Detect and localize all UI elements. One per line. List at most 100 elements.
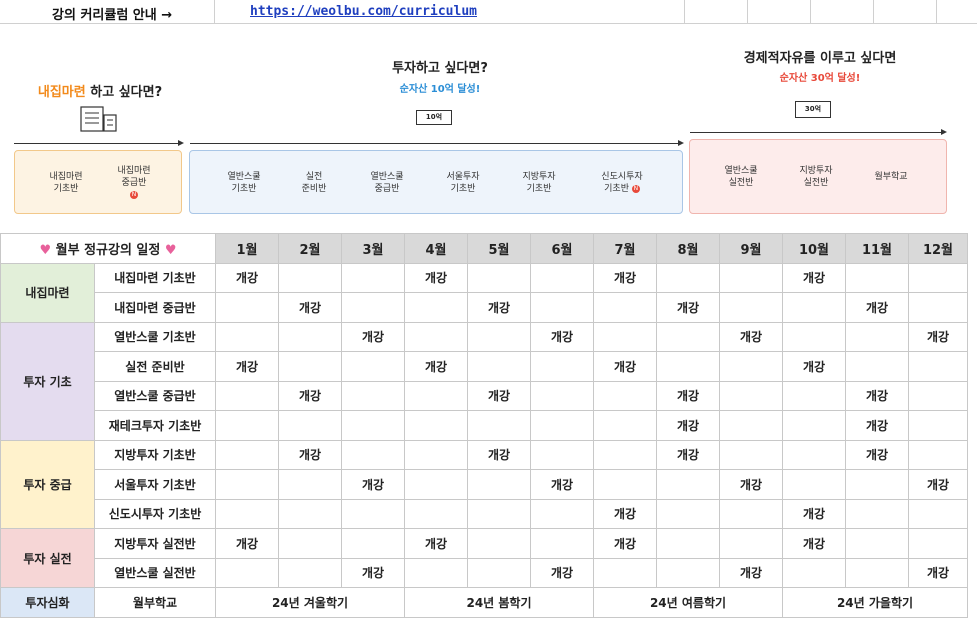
schedule-cell[interactable] (341, 498, 405, 529)
schedule-cell[interactable] (908, 498, 968, 529)
schedule-cell[interactable]: 개강 (845, 380, 909, 411)
schedule-cell[interactable]: 개강 (278, 439, 342, 470)
schedule-cell[interactable] (215, 410, 279, 441)
schedule-cell[interactable] (530, 528, 594, 559)
schedule-cell[interactable] (341, 262, 405, 293)
schedule-cell[interactable] (278, 351, 342, 382)
month-header[interactable]: 7월 (593, 233, 657, 264)
schedule-cell[interactable] (845, 528, 909, 559)
schedule-cell[interactable] (215, 557, 279, 588)
schedule-cell[interactable]: 개강 (593, 262, 657, 293)
schedule-cell[interactable]: 개강 (719, 557, 783, 588)
schedule-cell[interactable] (341, 439, 405, 470)
category-cell[interactable]: 투자 실전 (0, 528, 95, 588)
schedule-cell[interactable] (278, 557, 342, 588)
schedule-cell[interactable]: 개강 (404, 528, 468, 559)
month-header[interactable]: 5월 (467, 233, 531, 264)
schedule-cell[interactable] (782, 557, 846, 588)
schedule-cell[interactable]: 개강 (215, 528, 279, 559)
schedule-cell[interactable] (530, 380, 594, 411)
schedule-cell[interactable] (908, 410, 968, 441)
schedule-cell[interactable] (782, 292, 846, 323)
course-name-cell[interactable]: 지방투자 기초반 (94, 439, 216, 470)
schedule-cell[interactable] (782, 439, 846, 470)
schedule-cell[interactable]: 개강 (656, 439, 720, 470)
schedule-cell[interactable] (215, 292, 279, 323)
sheet-cell[interactable] (874, 0, 937, 24)
schedule-cell[interactable] (593, 439, 657, 470)
schedule-cell[interactable] (404, 321, 468, 352)
schedule-cell[interactable]: 개강 (719, 321, 783, 352)
month-header[interactable]: 4월 (404, 233, 468, 264)
schedule-cell[interactable] (467, 410, 531, 441)
schedule-cell[interactable]: 개강 (341, 321, 405, 352)
schedule-cell[interactable] (593, 380, 657, 411)
schedule-cell[interactable] (782, 321, 846, 352)
schedule-cell[interactable] (845, 351, 909, 382)
course-name-cell[interactable]: 재테크투자 기초반 (94, 410, 216, 441)
schedule-cell[interactable] (467, 498, 531, 529)
month-header[interactable]: 2월 (278, 233, 342, 264)
schedule-cell[interactable] (782, 410, 846, 441)
schedule-cell[interactable]: 개강 (530, 321, 594, 352)
course-name-cell[interactable]: 월부학교 (94, 587, 216, 618)
schedule-cell[interactable] (719, 351, 783, 382)
month-header[interactable]: 8월 (656, 233, 720, 264)
schedule-cell[interactable] (467, 528, 531, 559)
schedule-cell[interactable] (530, 292, 594, 323)
schedule-cell[interactable]: 개강 (593, 351, 657, 382)
schedule-cell[interactable] (845, 469, 909, 500)
schedule-cell[interactable] (341, 380, 405, 411)
schedule-cell[interactable]: 개강 (467, 439, 531, 470)
schedule-cell[interactable] (719, 439, 783, 470)
schedule-cell[interactable] (845, 498, 909, 529)
term-cell[interactable]: 24년 여름학기 (593, 587, 783, 618)
schedule-cell[interactable]: 개강 (656, 292, 720, 323)
schedule-cell[interactable] (215, 498, 279, 529)
schedule-cell[interactable] (908, 351, 968, 382)
schedule-cell[interactable] (908, 439, 968, 470)
schedule-cell[interactable]: 개강 (467, 292, 531, 323)
schedule-cell[interactable] (656, 321, 720, 352)
schedule-cell[interactable] (656, 498, 720, 529)
schedule-cell[interactable]: 개강 (908, 557, 968, 588)
course-name-cell[interactable]: 내집마련 중급반 (94, 292, 216, 323)
schedule-cell[interactable] (908, 528, 968, 559)
schedule-cell[interactable] (467, 469, 531, 500)
month-header[interactable]: 12월 (908, 233, 968, 264)
schedule-cell[interactable]: 개강 (656, 410, 720, 441)
schedule-cell[interactable]: 개강 (215, 351, 279, 382)
category-cell[interactable]: 투자 기초 (0, 321, 95, 441)
month-header[interactable]: 9월 (719, 233, 783, 264)
schedule-cell[interactable] (908, 380, 968, 411)
schedule-cell[interactable] (215, 469, 279, 500)
schedule-cell[interactable] (530, 351, 594, 382)
course-name-cell[interactable]: 열반스쿨 실전반 (94, 557, 216, 588)
schedule-cell[interactable] (593, 321, 657, 352)
schedule-cell[interactable] (404, 292, 468, 323)
schedule-cell[interactable]: 개강 (530, 557, 594, 588)
month-header[interactable]: 6월 (530, 233, 594, 264)
schedule-cell[interactable] (719, 262, 783, 293)
schedule-cell[interactable] (404, 380, 468, 411)
schedule-cell[interactable] (593, 410, 657, 441)
schedule-cell[interactable]: 개강 (341, 557, 405, 588)
schedule-cell[interactable] (215, 321, 279, 352)
schedule-cell[interactable]: 개강 (782, 528, 846, 559)
sheet-cell[interactable] (748, 0, 811, 24)
schedule-cell[interactable] (782, 469, 846, 500)
month-header[interactable]: 1월 (215, 233, 279, 264)
schedule-cell[interactable]: 개강 (782, 351, 846, 382)
schedule-cell[interactable] (719, 410, 783, 441)
schedule-cell[interactable] (593, 292, 657, 323)
schedule-cell[interactable] (845, 262, 909, 293)
schedule-cell[interactable]: 개강 (908, 469, 968, 500)
schedule-cell[interactable]: 개강 (782, 262, 846, 293)
category-cell[interactable]: 투자 중급 (0, 439, 95, 529)
schedule-cell[interactable] (845, 321, 909, 352)
course-name-cell[interactable]: 실전 준비반 (94, 351, 216, 382)
schedule-cell[interactable] (278, 469, 342, 500)
schedule-cell[interactable]: 개강 (593, 528, 657, 559)
schedule-cell[interactable] (341, 410, 405, 441)
schedule-cell[interactable] (341, 528, 405, 559)
